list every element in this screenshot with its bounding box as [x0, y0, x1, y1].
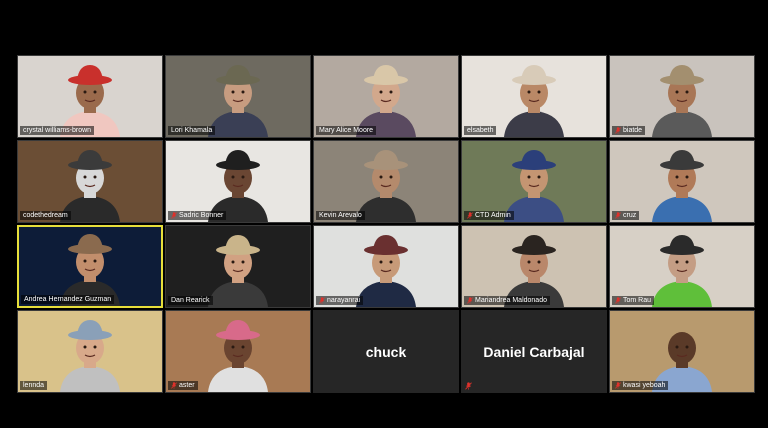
- participant-tile[interactable]: Mary Alice Moore: [313, 55, 459, 138]
- participant-name-tag: codethedream: [20, 211, 71, 220]
- participant-tile[interactable]: Sadric Bonner: [165, 140, 311, 223]
- participant-name-tag: Tom Rau: [612, 296, 655, 305]
- gallery-grid: crystal williams-brown Lori Khamala Mary A…: [17, 55, 758, 395]
- participant-name: CTD Admin: [475, 212, 511, 219]
- participant-tile[interactable]: Lori Khamala: [165, 55, 311, 138]
- participant-tile[interactable]: Tom Rau: [609, 225, 755, 308]
- participant-name: aster: [179, 382, 195, 389]
- participant-tile[interactable]: aster: [165, 310, 311, 393]
- participant-tile[interactable]: biatde: [609, 55, 755, 138]
- mic-muted-icon: [171, 382, 177, 389]
- participant-video: [208, 65, 268, 137]
- participant-video: [60, 150, 120, 222]
- participant-video: [356, 235, 416, 307]
- participant-name: Dan Rearick: [171, 297, 210, 304]
- participant-name-tag: biatde: [612, 126, 646, 135]
- participant-name: Andrea Hernandez Guzman: [24, 296, 112, 303]
- participant-name: Mary Alice Moore: [319, 127, 374, 134]
- participant-name: Mariandrea Maldonado: [475, 297, 547, 304]
- mic-muted-icon: [467, 212, 473, 219]
- participant-name-tag: elsabeth: [464, 126, 497, 135]
- participant-video: [652, 150, 712, 222]
- participant-name: Lori Khamala: [171, 127, 213, 134]
- participant-tile-video-off[interactable]: chuck: [313, 310, 459, 393]
- participant-name-tag: Kevin Arevalo: [316, 211, 365, 220]
- participant-tile[interactable]: codethedream: [17, 140, 163, 223]
- participant-video: [208, 320, 268, 392]
- participant-display-name: chuck: [365, 343, 407, 360]
- participant-video: [652, 235, 712, 307]
- participant-name-tag: crystal williams-brown: [20, 126, 95, 135]
- participant-name: codethedream: [23, 212, 68, 219]
- participant-name: Tom Rau: [623, 297, 652, 304]
- participant-video: [356, 150, 416, 222]
- participant-name-tag: Mariandrea Maldonado: [464, 296, 550, 305]
- participant-name: crystal williams-brown: [23, 127, 92, 134]
- participant-name-tag: narayanrai: [316, 296, 364, 305]
- participant-video: [652, 65, 712, 137]
- participant-name-tag: kwasi yeboah: [612, 381, 669, 390]
- participant-tile-video-off[interactable]: Daniel Carbajal: [461, 310, 607, 393]
- participant-tile[interactable]: elsabeth: [461, 55, 607, 138]
- participant-display-name: Daniel Carbajal: [483, 343, 585, 360]
- participant-video: [208, 235, 268, 307]
- participant-name: kwasi yeboah: [623, 382, 666, 389]
- mic-muted-icon: [319, 297, 325, 304]
- participant-name: lennda: [23, 382, 45, 389]
- participant-name: Sadric Bonner: [179, 212, 224, 219]
- participant-name-tag: aster: [168, 381, 198, 390]
- mic-muted-icon: [465, 382, 472, 390]
- participant-tile[interactable]: kwasi yeboah: [609, 310, 755, 393]
- participant-name-tag: Andrea Hernandez Guzman: [21, 295, 115, 304]
- participant-name: narayanrai: [327, 297, 361, 304]
- participant-tile[interactable]: narayanrai: [313, 225, 459, 308]
- participant-tile[interactable]: Kevin Arevalo: [313, 140, 459, 223]
- participant-video: [60, 234, 120, 306]
- participant-video: [504, 150, 564, 222]
- mic-muted-icon: [467, 297, 473, 304]
- participant-name-tag: Sadric Bonner: [168, 211, 227, 220]
- participant-name-tag: CTD Admin: [464, 211, 514, 220]
- mic-muted-icon: [615, 382, 621, 389]
- participant-name: Kevin Arevalo: [319, 212, 362, 219]
- participant-name-tag: lennda: [20, 381, 48, 390]
- participant-video: [60, 65, 120, 137]
- mic-muted-icon: [615, 127, 621, 134]
- participant-tile[interactable]: Dan Rearick: [165, 225, 311, 308]
- participant-video: [504, 235, 564, 307]
- mic-muted-icon: [615, 212, 621, 219]
- mic-muted-icon: [171, 212, 177, 219]
- participant-name-tag: Dan Rearick: [168, 296, 213, 305]
- participant-tile[interactable]: crystal williams-brown: [17, 55, 163, 138]
- participant-video: [208, 150, 268, 222]
- participant-name-tag: Mary Alice Moore: [316, 126, 377, 135]
- mic-muted-icon: [615, 297, 621, 304]
- participant-video: [356, 65, 416, 137]
- participant-video: [60, 320, 120, 392]
- participant-name: cruz: [623, 212, 637, 219]
- participant-video: [652, 332, 712, 392]
- participant-name: elsabeth: [467, 127, 494, 134]
- participant-tile[interactable]: lennda: [17, 310, 163, 393]
- participant-tile[interactable]: CTD Admin: [461, 140, 607, 223]
- participant-name: biatde: [623, 127, 643, 134]
- participant-tile[interactable]: Andrea Hernandez Guzman: [17, 225, 163, 308]
- participant-tile[interactable]: Mariandrea Maldonado: [461, 225, 607, 308]
- participant-name-tag: Lori Khamala: [168, 126, 216, 135]
- participant-name-tag: cruz: [612, 211, 640, 220]
- participant-video: [504, 65, 564, 137]
- participant-tile[interactable]: cruz: [609, 140, 755, 223]
